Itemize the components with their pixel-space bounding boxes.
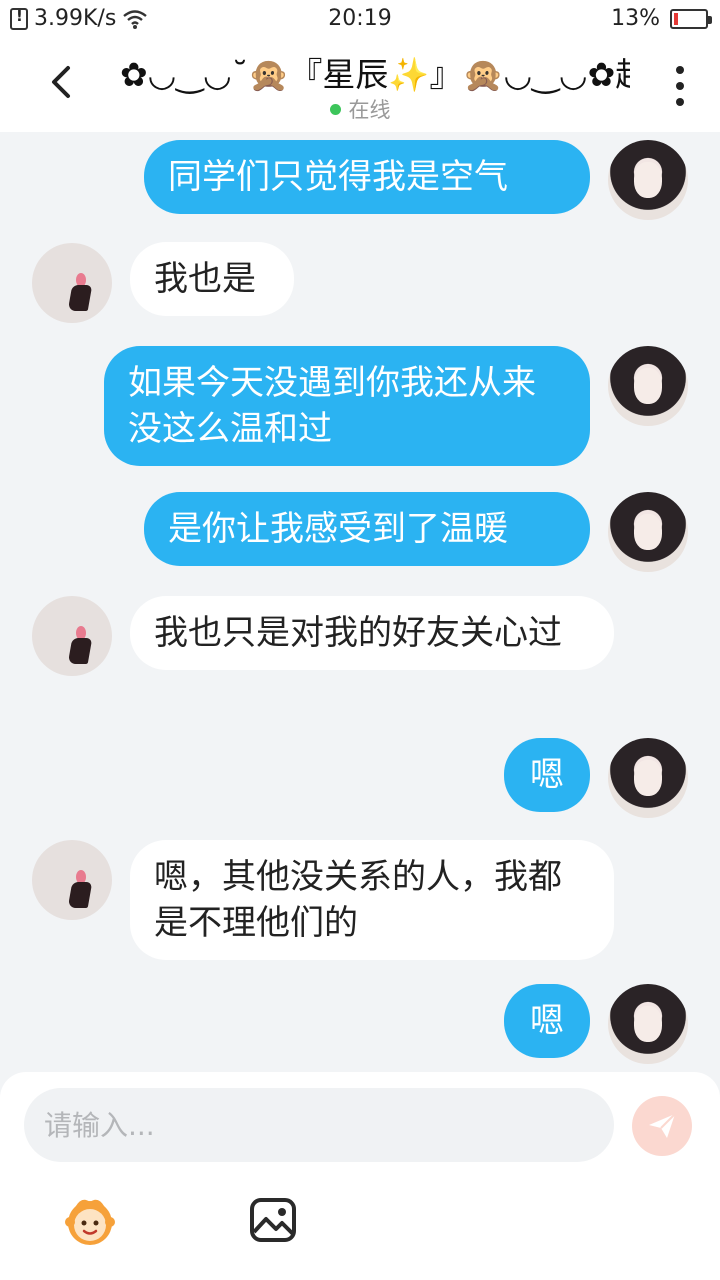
my-avatar[interactable] xyxy=(608,346,688,426)
more-vertical-icon[interactable] xyxy=(674,66,686,106)
send-icon xyxy=(649,1113,676,1138)
send-button[interactable] xyxy=(632,1096,692,1156)
battery-percent: 13% xyxy=(611,6,660,31)
emoji-icon[interactable] xyxy=(62,1192,118,1248)
image-icon[interactable] xyxy=(246,1192,302,1248)
status-bar: 3.99K/s 20:19 13% xyxy=(0,0,720,38)
presence-label: 在线 xyxy=(348,98,391,122)
message-bubble-sent[interactable]: 嗯 xyxy=(504,738,590,812)
message-input[interactable] xyxy=(24,1088,614,1162)
battery-fill xyxy=(674,12,678,25)
composer xyxy=(0,1072,720,1280)
message-bubble-received[interactable]: 我也是 xyxy=(130,242,294,316)
contact-name[interactable]: ✿◡‿◡˘🙊『星辰✨』🙊◡‿◡✿越… xyxy=(120,48,630,96)
message-bubble-sent[interactable]: 如果今天没遇到你我还从来没这么温和过 xyxy=(104,346,590,466)
battery-icon xyxy=(670,8,712,29)
contact-avatar[interactable] xyxy=(32,596,112,676)
message-bubble-sent[interactable]: 同学们只觉得我是空气 xyxy=(144,140,590,214)
contact-avatar[interactable] xyxy=(32,243,112,323)
contact-avatar[interactable] xyxy=(32,840,112,920)
my-avatar[interactable] xyxy=(608,984,688,1064)
status-right: 13% xyxy=(611,6,712,31)
chat-header: ✿◡‿◡˘🙊『星辰✨』🙊◡‿◡✿越… 在线 xyxy=(0,38,720,132)
presence-status: 在线 xyxy=(0,94,720,124)
my-avatar[interactable] xyxy=(608,140,688,220)
my-avatar[interactable] xyxy=(608,492,688,572)
my-avatar[interactable] xyxy=(608,738,688,818)
message-bubble-sent[interactable]: 是你让我感受到了温暖 xyxy=(144,492,590,566)
message-bubble-received[interactable]: 我也只是对我的好友关心过 xyxy=(130,596,614,670)
message-list[interactable]: 同学们只觉得我是空气 我也是 如果今天没遇到你我还从来没这么温和过 是你让我感受… xyxy=(0,132,720,1072)
message-bubble-received[interactable]: 嗯，其他没关系的人，我都是不理他们的 xyxy=(130,840,614,960)
message-bubble-sent[interactable]: 嗯 xyxy=(504,984,590,1058)
online-dot-icon xyxy=(329,103,341,115)
